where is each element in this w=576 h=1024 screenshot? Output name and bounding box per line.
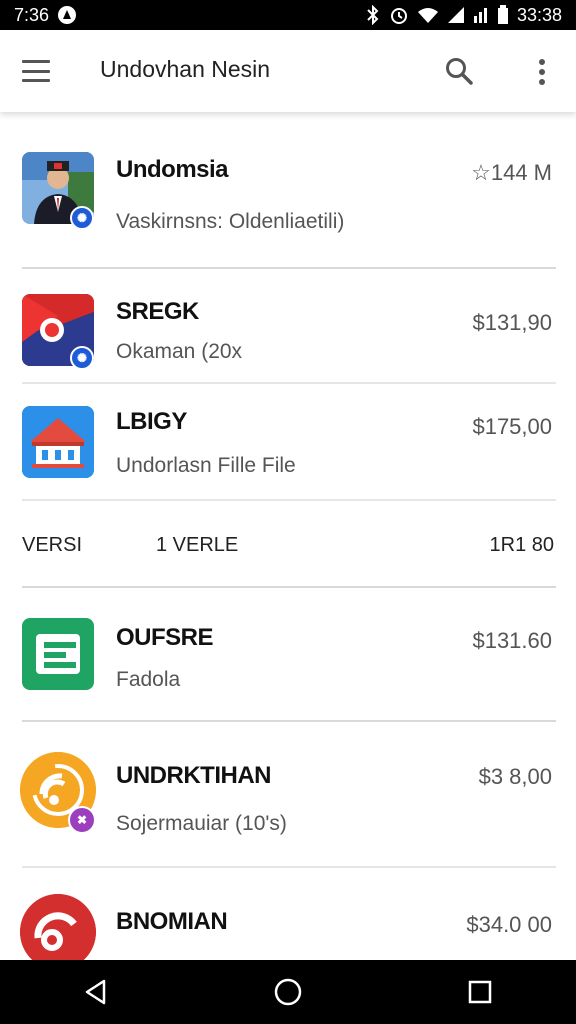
app-price: $3 8,00 — [478, 764, 552, 789]
status-time-left: 7:36 — [14, 4, 50, 25]
recents-square-icon — [468, 980, 492, 1004]
home-button[interactable] — [258, 962, 318, 1022]
more-options-icon[interactable] — [532, 58, 552, 86]
app-name: OUFSRE — [116, 624, 214, 651]
version-count: 1R1 80 — [489, 534, 555, 556]
list-item[interactable]: BNOMIAN $34.0 00 — [0, 868, 576, 960]
app-bar: Undovhan Nesin — [0, 30, 576, 112]
app-subtitle: Okaman (20x — [116, 340, 243, 363]
verified-badge-icon: ✺ — [70, 346, 94, 370]
battery-icon — [497, 5, 509, 25]
notification-icon — [57, 5, 77, 25]
app-name: LBIGY — [116, 408, 187, 435]
version-value: 1 VERLE — [156, 534, 239, 556]
app-name: Undomsia — [116, 156, 229, 183]
app-bar-title: Undovhan Nesin — [100, 56, 271, 82]
tools-badge-icon: ✖ — [68, 806, 96, 834]
list-item[interactable]: ✺ SREGK Okaman (20x $131,90 — [0, 270, 576, 384]
home-circle-icon — [274, 978, 302, 1006]
divider — [22, 267, 556, 269]
status-bar: 7:36 33:38 — [0, 0, 576, 30]
app-subtitle: Sojermauiar (10's) — [116, 812, 287, 835]
status-bar-left: 7:36 — [14, 5, 77, 26]
back-button[interactable] — [66, 962, 126, 1022]
red-circle-app-icon — [20, 894, 96, 960]
app-name: SREGK — [116, 298, 199, 325]
menu-icon[interactable] — [22, 57, 50, 85]
app-price: $175,00 — [472, 414, 552, 439]
bluetooth-icon — [365, 5, 381, 25]
document-app-icon — [22, 618, 94, 690]
list-item[interactable]: ✖ UNDRKTIHAN Sojermauiar (10's) $3 8,00 — [0, 722, 576, 868]
app-price: ☆144 M — [471, 160, 552, 185]
divider — [22, 499, 556, 501]
app-subtitle: Undorlasn Fille File — [116, 454, 296, 477]
app-price: $131,90 — [472, 310, 552, 335]
recents-button[interactable] — [450, 962, 510, 1022]
back-triangle-icon — [85, 979, 106, 1005]
app-name: UNDRKTIHAN — [116, 762, 271, 789]
list-item[interactable]: OUFSRE Fadola $131.60 — [0, 588, 576, 722]
verified-badge-icon: ✺ — [70, 206, 94, 230]
app-name: BNOMIAN — [116, 908, 228, 935]
status-bar-right: 33:38 — [365, 5, 562, 26]
alarm-icon — [389, 5, 409, 25]
list-item[interactable]: ✺ Undomsia Vaskirnsns: Oldenliaetili) ☆1… — [0, 112, 576, 270]
app-price: $34.0 00 — [466, 912, 552, 937]
navigation-bar — [0, 960, 576, 1024]
wifi-icon — [417, 6, 439, 24]
app-subtitle: Vaskirnsns: Oldenliaetili) — [116, 210, 345, 233]
list-item[interactable]: LBIGY Undorlasn Fille File $175,00 — [0, 384, 576, 502]
house-icon — [22, 406, 94, 478]
app-price: $131.60 — [472, 628, 552, 653]
status-time-right: 33:38 — [516, 4, 562, 25]
search-icon[interactable] — [444, 56, 474, 86]
app-subtitle: Fadola — [116, 668, 181, 691]
version-label: VERSI — [22, 534, 83, 556]
signal-bars-icon — [473, 6, 489, 24]
signal-icon — [447, 6, 465, 24]
version-row: VERSI 1 VERLE 1R1 80 — [0, 502, 576, 588]
